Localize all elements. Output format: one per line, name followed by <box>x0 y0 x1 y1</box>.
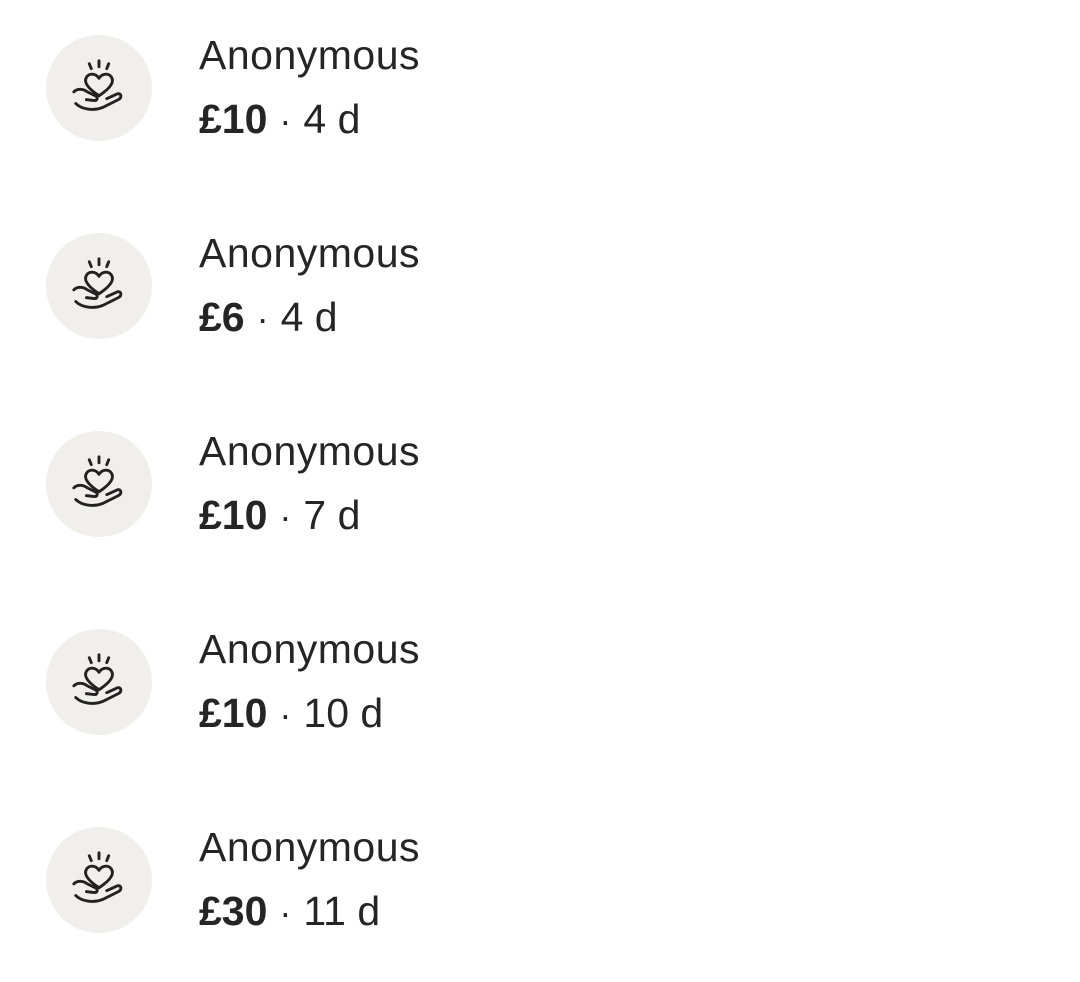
donation-amount: £30 <box>199 888 268 934</box>
separator-dot: · <box>279 496 292 537</box>
donation-item[interactable]: Anonymous £10 · 10 d <box>46 626 746 737</box>
donation-item[interactable]: Anonymous £10 · 4 d <box>46 32 746 143</box>
heart-in-hand-icon <box>72 455 123 507</box>
donation-amount: £6 <box>199 294 245 340</box>
donation-meta: £6 · 4 d <box>199 295 420 341</box>
donation-meta: £10 · 4 d <box>199 97 420 143</box>
donor-name: Anonymous <box>199 230 421 276</box>
separator-dot: · <box>256 298 269 339</box>
donor-name: Anonymous <box>199 626 421 672</box>
donation-amount: £10 <box>199 690 268 736</box>
donor-avatar <box>46 629 152 735</box>
donation-amount: £10 <box>199 96 268 142</box>
donation-amount: £10 <box>199 492 268 538</box>
separator-dot: · <box>279 694 292 735</box>
donation-age: 4 d <box>280 294 338 340</box>
donation-list: Anonymous £10 · 4 d Anonymous £6 · 4 d A… <box>0 0 1080 982</box>
donation-item[interactable]: Anonymous £6 · 4 d <box>46 230 746 341</box>
donor-avatar <box>46 35 152 141</box>
donation-age: 4 d <box>303 96 361 142</box>
heart-in-hand-icon <box>72 257 123 309</box>
donor-avatar <box>46 431 152 537</box>
donation-age: 10 d <box>303 690 384 736</box>
separator-dot: · <box>279 892 292 933</box>
heart-in-hand-icon <box>72 851 123 903</box>
donation-age: 11 d <box>303 888 381 934</box>
separator-dot: · <box>279 100 292 141</box>
donor-avatar <box>46 233 152 339</box>
donor-name: Anonymous <box>199 32 421 78</box>
donation-item[interactable]: Anonymous £30 · 11 d <box>46 824 746 935</box>
donor-name: Anonymous <box>199 824 421 870</box>
donation-meta: £10 · 7 d <box>199 493 420 539</box>
heart-in-hand-icon <box>72 653 123 705</box>
donor-avatar <box>46 827 152 933</box>
donation-meta: £30 · 11 d <box>199 889 420 935</box>
heart-in-hand-icon <box>72 59 123 111</box>
donation-item[interactable]: Anonymous £10 · 7 d <box>46 428 746 539</box>
donation-meta: £10 · 10 d <box>199 691 420 737</box>
donation-age: 7 d <box>303 492 361 538</box>
donor-name: Anonymous <box>199 428 421 474</box>
